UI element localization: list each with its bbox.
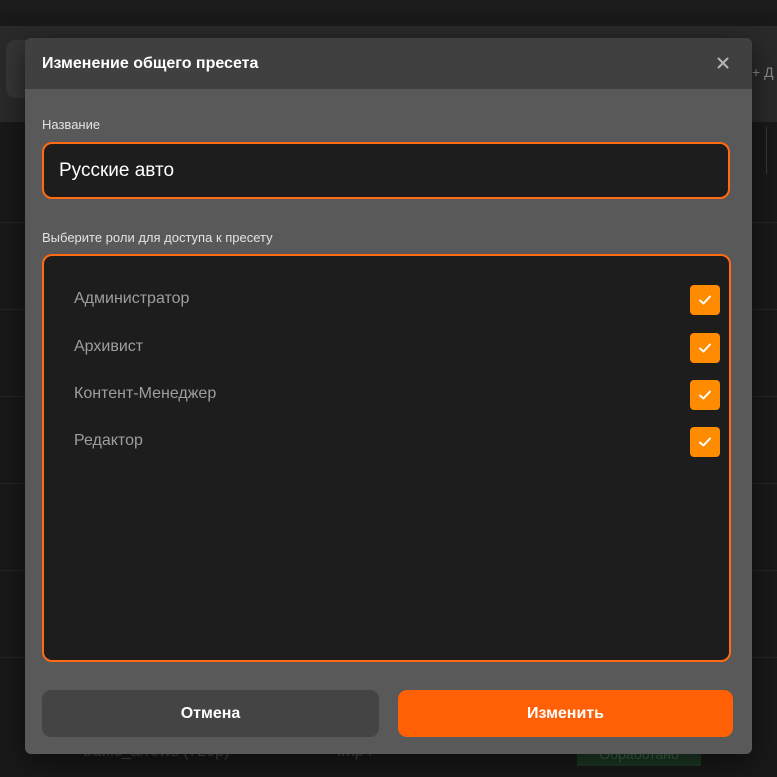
cancel-button[interactable]: Отмена <box>42 690 379 737</box>
role-checkbox[interactable] <box>690 427 720 457</box>
checkmark-icon <box>699 343 711 353</box>
roles-list: Администратор Архивист Контент-Менеджер <box>42 254 731 662</box>
edit-preset-modal: Изменение общего пресета Название Выбери… <box>25 38 752 754</box>
background-column-divider <box>766 126 767 174</box>
close-icon <box>717 57 729 69</box>
role-item-administrator[interactable]: Администратор <box>44 285 729 315</box>
background-add-button[interactable]: + Д <box>752 64 774 80</box>
role-checkbox[interactable] <box>690 285 720 315</box>
modal-header: Изменение общего пресета <box>25 38 752 89</box>
checkmark-icon <box>699 437 711 447</box>
role-label: Архивист <box>74 338 144 355</box>
close-button[interactable] <box>711 51 735 75</box>
checkmark-icon <box>699 295 711 305</box>
role-label: Редактор <box>74 432 143 449</box>
role-checkbox[interactable] <box>690 333 720 363</box>
role-item-archivist[interactable]: Архивист <box>44 333 729 363</box>
roles-field-label: Выберите роли для доступа к пресету <box>42 230 273 245</box>
role-item-content-manager[interactable]: Контент-Менеджер <box>44 380 729 410</box>
role-item-editor[interactable]: Редактор <box>44 427 729 457</box>
name-field-label: Название <box>42 117 101 132</box>
submit-button[interactable]: Изменить <box>398 690 733 737</box>
role-label: Администратор <box>74 290 190 307</box>
role-label: Контент-Менеджер <box>74 385 217 402</box>
modal-title: Изменение общего пресета <box>42 55 259 72</box>
preset-name-input[interactable] <box>42 142 730 199</box>
role-checkbox[interactable] <box>690 380 720 410</box>
checkmark-icon <box>699 390 711 400</box>
